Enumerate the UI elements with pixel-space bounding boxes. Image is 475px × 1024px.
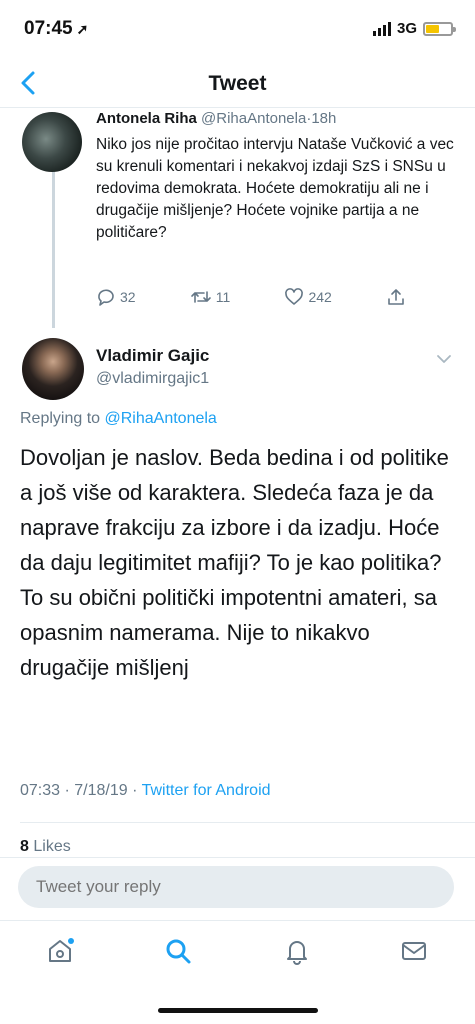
- avatar-antonela[interactable]: [22, 112, 82, 172]
- parent-author-handle[interactable]: @RihaAntonela: [201, 110, 306, 127]
- thread-line: [52, 170, 55, 328]
- like-button[interactable]: 242: [284, 285, 332, 309]
- location-icon: ➚: [76, 21, 89, 37]
- author-handle[interactable]: @vladimirgajic1: [96, 370, 209, 388]
- tweet-text: Dovoljan je naslov. Beda bedina i od pol…: [20, 445, 449, 680]
- tweet-meta: 07:33 · 7/18/19 · Twitter for Android: [20, 782, 271, 800]
- author-name[interactable]: Vladimir Gajic: [96, 346, 209, 366]
- retweet-button[interactable]: 11: [190, 285, 231, 309]
- reply-count: 32: [120, 289, 136, 305]
- parent-tweet-actions: 32 11 242: [96, 285, 406, 309]
- share-icon: [388, 289, 404, 305]
- chevron-down-icon[interactable]: [435, 350, 453, 368]
- messages-icon: [402, 942, 426, 960]
- reply-button[interactable]: 32: [96, 285, 136, 309]
- meta-divider: [20, 822, 475, 823]
- notifications-icon: [287, 941, 307, 965]
- parent-tweet-text[interactable]: Niko jos nije pročitao intervju Nataše V…: [96, 134, 456, 244]
- replying-to-link[interactable]: @RihaAntonela: [105, 410, 217, 427]
- likes-count: 8: [20, 838, 29, 855]
- likes-summary[interactable]: 8 Likes: [20, 838, 71, 856]
- search-icon: [166, 939, 191, 964]
- tab-bar: [0, 920, 475, 980]
- home-icon: [49, 938, 74, 962]
- status-bar: 07:45 ➚ 3G: [0, 0, 475, 58]
- status-time-text: 07:45: [24, 18, 73, 39]
- parent-tweet-header: Antonela Riha @RihaAntonela·18h: [96, 110, 336, 127]
- retweet-icon: [190, 291, 211, 303]
- status-time: 07:45 ➚: [24, 18, 88, 40]
- tab-messages[interactable]: [398, 935, 430, 967]
- reply-input[interactable]: [18, 866, 454, 908]
- signal-icon: [372, 21, 391, 36]
- likes-label: Likes: [33, 838, 71, 855]
- retweet-count: 11: [215, 289, 231, 305]
- avatar-vladimir[interactable]: [22, 338, 84, 400]
- share-button[interactable]: [386, 285, 406, 309]
- tweet-timestamp: 07:33 · 7/18/19 ·: [20, 782, 138, 799]
- battery-icon: [423, 21, 456, 36]
- like-count: 242: [308, 289, 332, 305]
- tab-notifications[interactable]: [281, 935, 313, 967]
- replying-to: Replying to @RihaAntonela: [20, 410, 217, 428]
- parent-age: 18h: [311, 110, 337, 127]
- parent-author-name[interactable]: Antonela Riha: [96, 110, 197, 127]
- tweet-source-link[interactable]: Twitter for Android: [142, 782, 271, 799]
- replying-prefix: Replying to: [20, 410, 101, 427]
- reply-icon: [98, 289, 114, 306]
- nav-divider: [0, 107, 475, 108]
- nav-bar: Tweet: [0, 60, 475, 108]
- home-indicator: [158, 1008, 318, 1013]
- page-title: Tweet: [208, 72, 267, 95]
- status-indicators: 3G: [372, 20, 456, 37]
- tab-search[interactable]: [162, 935, 194, 967]
- like-icon: [285, 288, 304, 305]
- network-type: 3G: [396, 20, 417, 37]
- tab-home[interactable]: [44, 935, 76, 967]
